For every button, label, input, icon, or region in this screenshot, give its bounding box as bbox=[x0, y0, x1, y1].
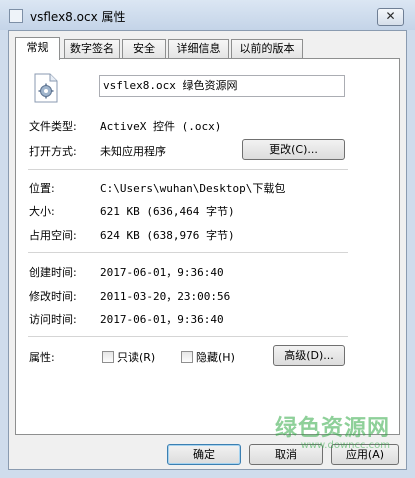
created-value: 2017-06-01，9:36:40 bbox=[100, 266, 224, 279]
file-icon bbox=[9, 9, 23, 23]
open-with-label: 打开方式: bbox=[29, 145, 77, 158]
size-label: 大小: bbox=[29, 205, 55, 218]
tab-previous-versions[interactable]: 以前的版本 bbox=[231, 39, 303, 58]
modified-value: 2011-03-20，23:00:56 bbox=[100, 290, 231, 303]
cancel-button[interactable]: 取消 bbox=[249, 444, 323, 465]
file-name-field[interactable]: vsflex8.ocx 绿色资源网 bbox=[99, 75, 345, 97]
divider bbox=[28, 252, 348, 253]
readonly-checkbox[interactable] bbox=[102, 351, 114, 363]
divider bbox=[28, 169, 348, 170]
open-with-value: 未知应用程序 bbox=[100, 145, 166, 158]
tab-details[interactable]: 详细信息 bbox=[168, 39, 229, 58]
hidden-checkbox[interactable] bbox=[181, 351, 193, 363]
location-label: 位置: bbox=[29, 182, 55, 195]
dialog-body: 常规 数字签名 安全 详细信息 以前的版本 vsflex8.ocx 绿色资源网 … bbox=[8, 30, 407, 470]
tab-security[interactable]: 安全 bbox=[122, 39, 166, 58]
location-value: C:\Users\wuhan\Desktop\下载包 bbox=[100, 182, 286, 195]
tab-digital-signatures[interactable]: 数字签名 bbox=[64, 39, 120, 58]
change-button[interactable]: 更改(C)... bbox=[242, 139, 345, 160]
accessed-value: 2017-06-01，9:36:40 bbox=[100, 313, 224, 326]
activex-file-icon bbox=[34, 73, 58, 103]
close-button[interactable]: ✕ bbox=[377, 8, 404, 26]
ok-button[interactable]: 确定 bbox=[167, 444, 241, 465]
file-type-value: ActiveX 控件 (.ocx) bbox=[100, 120, 222, 133]
readonly-label[interactable]: 只读(R) bbox=[117, 349, 155, 365]
hidden-label[interactable]: 隐藏(H) bbox=[196, 349, 235, 365]
created-label: 创建时间: bbox=[29, 266, 77, 279]
title-bar: vsflex8.ocx 属性 ✕ bbox=[0, 0, 415, 30]
size-value: 621 KB (636,464 字节) bbox=[100, 205, 235, 218]
accessed-label: 访问时间: bbox=[29, 313, 77, 326]
advanced-button[interactable]: 高级(D)... bbox=[273, 345, 345, 366]
tab-general[interactable]: 常规 bbox=[15, 37, 60, 60]
general-tab-panel: vsflex8.ocx 绿色资源网 文件类型: ActiveX 控件 (.ocx… bbox=[15, 58, 400, 435]
window-title: vsflex8.ocx 属性 bbox=[30, 10, 126, 24]
size-on-disk-label: 占用空间: bbox=[29, 229, 77, 242]
size-on-disk-value: 624 KB (638,976 字节) bbox=[100, 229, 235, 242]
modified-label: 修改时间: bbox=[29, 290, 77, 303]
apply-button[interactable]: 应用(A) bbox=[331, 444, 399, 465]
divider bbox=[28, 336, 348, 337]
file-type-label: 文件类型: bbox=[29, 120, 77, 133]
attributes-label: 属性: bbox=[29, 351, 55, 364]
